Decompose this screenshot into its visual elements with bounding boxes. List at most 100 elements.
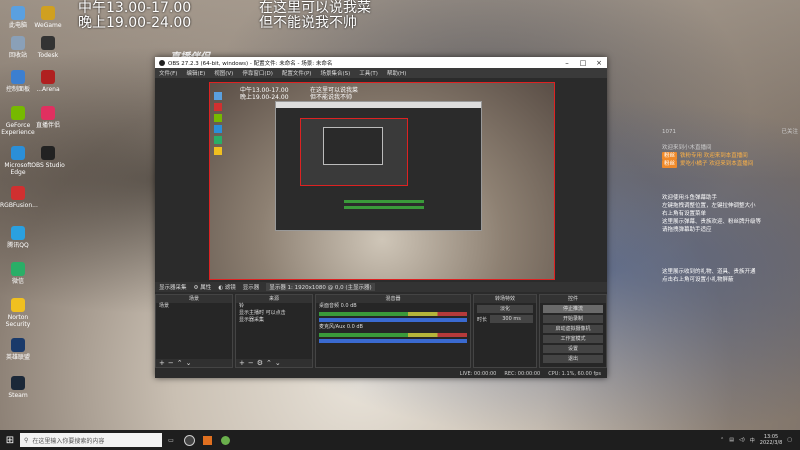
chevron-up-icon[interactable]: ⌃ bbox=[720, 437, 724, 443]
mixer-volume-slider[interactable] bbox=[319, 339, 467, 343]
mixer-header: 混音器 bbox=[316, 295, 470, 303]
schedule-evening: 晚上19.00-24.00 bbox=[78, 15, 192, 31]
menu-help[interactable]: 帮助(H) bbox=[387, 69, 406, 77]
studio-mode-button[interactable]: 工作室模式 bbox=[543, 335, 603, 343]
network-icon[interactable]: ▤ bbox=[729, 437, 734, 443]
current-source-name: 显示器采集 bbox=[159, 285, 187, 291]
live-time: LIVE: 00:00:00 bbox=[459, 370, 497, 377]
desktop-icon[interactable]: ...Arena bbox=[30, 70, 66, 93]
note-line-2: 但不能说我不帅 bbox=[259, 15, 357, 31]
input-method[interactable]: 中 bbox=[750, 437, 755, 444]
desktop-icon[interactable]: 腾讯QQ bbox=[0, 226, 36, 249]
source-item[interactable]: 显示器采集 bbox=[236, 317, 312, 324]
preview-desktop-icons bbox=[214, 89, 234, 158]
properties-button[interactable]: ⚙ 属性 bbox=[194, 283, 212, 291]
scenes-dock: 场景 场景 +−⌃⌄ bbox=[155, 294, 233, 368]
search-icon: ⚲ bbox=[24, 436, 29, 444]
chat-entry: 欢迎来到小木直播间 bbox=[662, 145, 712, 151]
chat-entry: 粉丝 爱吃小橘子 欢迎来到本直播间 bbox=[662, 160, 754, 168]
preview-note: 在这里可以说我菜 但不能说我不帅 bbox=[310, 87, 359, 101]
follow-status[interactable]: 已关注 bbox=[781, 128, 798, 136]
scenes-footer[interactable]: +−⌃⌄ bbox=[156, 359, 232, 367]
scene-item[interactable]: 场景 bbox=[156, 303, 232, 310]
menu-docks[interactable]: 停靠窗口(D) bbox=[242, 69, 273, 77]
transitions-header: 转场特效 bbox=[474, 295, 536, 303]
exit-button[interactable]: 退出 bbox=[543, 355, 603, 363]
wegame-app-icon[interactable] bbox=[216, 433, 234, 447]
app-icon bbox=[11, 70, 25, 84]
desktop-icon-label: Norton Security bbox=[5, 314, 31, 328]
obs-preview[interactable]: 中午13.00-17.00 晚上19.00-24.00 在这里可以说我菜 但不能说我… bbox=[209, 82, 555, 280]
app-icon bbox=[11, 6, 25, 20]
note-line-1: 在这里可以说我菜 bbox=[259, 0, 371, 16]
desktop-icon-label: 微信 bbox=[11, 278, 24, 285]
source-item[interactable]: 显示主播时 可以点击 bbox=[236, 310, 312, 317]
desktop-icon[interactable]: Todesk bbox=[30, 36, 66, 59]
transition-select[interactable]: 淡化 bbox=[477, 305, 533, 313]
mixer-track-label: 桌面音频 0.0 dB bbox=[319, 303, 357, 309]
system-tray: ⌃ ▤ ◁) 中 13:05 2022/3/8 ▢ bbox=[720, 434, 800, 446]
app-icon bbox=[11, 376, 25, 390]
filters-button[interactable]: ◐ 滤镜 bbox=[218, 283, 236, 291]
menu-view[interactable]: 视图(V) bbox=[214, 69, 233, 77]
desktop-icon-label: ...Arena bbox=[36, 86, 60, 93]
taskbar: ⊞ ⚲ 在这里输入你要搜索的内容 ▭ ⌃ ▤ ◁) 中 13:05 2022/3… bbox=[0, 430, 800, 450]
desktop-icon-label: Todesk bbox=[37, 52, 59, 59]
desktop-icon[interactable]: WeGame bbox=[30, 6, 66, 29]
menu-edit[interactable]: 编辑(E) bbox=[186, 69, 205, 77]
desktop-icon[interactable]: Norton Security bbox=[0, 298, 36, 328]
desktop-icon[interactable]: Steam bbox=[0, 376, 36, 399]
virtual-camera-button[interactable]: 启动虚拟摄像机 bbox=[543, 325, 603, 333]
desktop-icon[interactable]: 直播伴侣 bbox=[30, 106, 66, 129]
duration-input[interactable]: 300 ms bbox=[490, 315, 533, 323]
app-icon bbox=[11, 186, 25, 200]
stream-note: 在这里可以说我菜 但不能说我不帅 bbox=[259, 1, 371, 31]
stop-streaming-button[interactable]: 停止推流 bbox=[543, 305, 603, 313]
obs-taskbar-icon[interactable] bbox=[180, 433, 198, 447]
mixer-volume-slider[interactable] bbox=[319, 318, 467, 322]
chat-entry: 粉丝 铁粉专用 欢迎来到本直播间 bbox=[662, 152, 748, 160]
desktop-icon-label: RGBFusion... bbox=[0, 202, 38, 209]
app-icon bbox=[11, 262, 25, 276]
sources-footer[interactable]: +−⚙⌃⌄ bbox=[236, 359, 312, 367]
desktop-icon[interactable]: RGBFusion... bbox=[0, 186, 38, 209]
obs-titlebar[interactable]: OBS 27.2.3 (64-bit, windows) - 配置文件: 未命名… bbox=[155, 57, 607, 68]
windows-start-icon[interactable]: ⊞ bbox=[0, 435, 20, 446]
menu-scene-collection[interactable]: 场景集合(S) bbox=[320, 69, 350, 77]
obs-window: OBS 27.2.3 (64-bit, windows) - 配置文件: 未命名… bbox=[155, 57, 607, 378]
start-recording-button[interactable]: 开始录制 bbox=[543, 315, 603, 323]
menu-file[interactable]: 文件(F) bbox=[159, 69, 177, 77]
notice-block-1: 欢迎使用斗鱼弹幕助手 左键拖拽调整位置，左键拉伸调整大小 右上角有设置菜单 这里展示弹… bbox=[662, 195, 762, 233]
notification-icon[interactable]: ▢ bbox=[787, 437, 792, 443]
danmaku-panel: 1071 已关注 欢迎来到小木直播间 粉丝 铁粉专用 欢迎来到本直播间 粉丝 爱吃小… bbox=[662, 128, 798, 284]
menu-profile[interactable]: 配置文件(P) bbox=[282, 69, 312, 77]
sources-dock: 来源 铃 显示主播时 可以点击 显示器采集 +−⚙⌃⌄ bbox=[235, 294, 313, 368]
app-icon bbox=[11, 106, 25, 120]
taskview-icon[interactable]: ▭ bbox=[162, 433, 180, 447]
preview-schedule: 中午13.00-17.00 晚上19.00-24.00 bbox=[240, 87, 289, 101]
controls-header: 控件 bbox=[540, 295, 606, 303]
obs-app-icon bbox=[159, 59, 165, 66]
close-icon[interactable]: × bbox=[591, 59, 607, 67]
desktop-icon[interactable]: 英雄联盟 bbox=[0, 338, 36, 361]
search-placeholder: 在这里输入你要搜索的内容 bbox=[32, 437, 105, 445]
app-icon bbox=[41, 6, 55, 20]
app-icon bbox=[11, 298, 25, 312]
settings-button[interactable]: 设置 bbox=[543, 345, 603, 353]
taskbar-search[interactable]: ⚲ 在这里输入你要搜索的内容 bbox=[20, 433, 162, 447]
desktop-icon[interactable]: 微信 bbox=[0, 262, 36, 285]
maximize-icon[interactable]: □ bbox=[575, 59, 591, 67]
display-select[interactable]: 显示器 1: 1920x1080 @ 0,0 (主显示器) bbox=[266, 283, 375, 291]
livestream-app-icon[interactable] bbox=[198, 433, 216, 447]
app-icon bbox=[41, 36, 55, 50]
transitions-dock: 转场特效 淡化 时长 300 ms bbox=[473, 294, 537, 368]
menu-tools[interactable]: 工具(T) bbox=[359, 69, 378, 77]
volume-icon[interactable]: ◁) bbox=[739, 437, 745, 443]
desktop-icon[interactable]: OBS Studio bbox=[30, 146, 66, 169]
app-icon bbox=[41, 146, 55, 160]
clock[interactable]: 13:05 2022/3/8 bbox=[760, 434, 782, 446]
source-item[interactable]: 铃 bbox=[236, 303, 312, 310]
duration-label: 时长 bbox=[477, 316, 488, 323]
desktop-icon-label: OBS Studio bbox=[31, 162, 65, 169]
minimize-icon[interactable]: – bbox=[559, 59, 575, 67]
